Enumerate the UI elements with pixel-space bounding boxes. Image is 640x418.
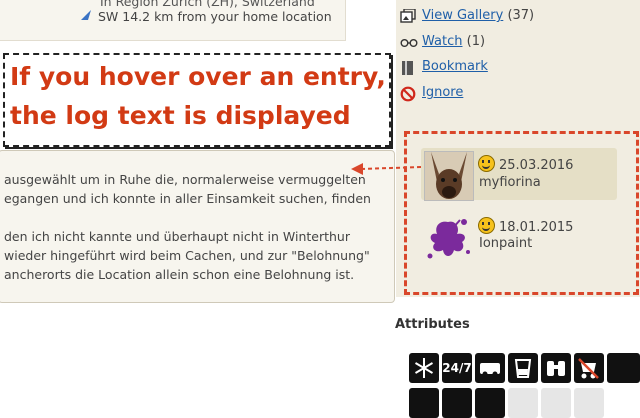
- attribute-icon: [442, 388, 472, 418]
- bookmark-label[interactable]: Bookmark: [422, 59, 488, 74]
- view-gallery-label[interactable]: View Gallery: [422, 8, 503, 23]
- log-date: 25.03.2016: [478, 155, 573, 173]
- log-line: den ich nicht kannte und überhaupt nicht…: [4, 229, 350, 244]
- binoculars-icon: [541, 353, 571, 383]
- 24-7-icon: 24/7: [442, 353, 472, 383]
- log-line: egangen und ich konnte in aller Einsamke…: [4, 191, 371, 206]
- annotation-text: If you hover over an entry, the log text…: [10, 57, 390, 135]
- pointer-arrow-icon: [351, 163, 422, 175]
- glasses-icon: [400, 35, 418, 49]
- watch-link[interactable]: Watch (1): [400, 34, 486, 49]
- view-gallery-link[interactable]: View Gallery (37): [400, 8, 535, 23]
- car-icon: [475, 353, 505, 383]
- location-region: In Region Zürich (ZH), Switzerland: [100, 0, 315, 9]
- attribute-icon: [607, 353, 640, 383]
- log-line: [4, 208, 384, 227]
- location-distance: SW 14.2 km from your home location: [80, 9, 332, 24]
- log-text-body: ausgewählt um in Ruhe die, normalerweise…: [4, 170, 384, 284]
- attribute-icon-disabled: [508, 388, 538, 418]
- found-smiley-icon: [478, 217, 495, 234]
- attribute-icon-disabled: [574, 388, 604, 418]
- attribute-icon-disabled: [541, 388, 571, 418]
- annotation-line-1: If you hover over an entry,: [10, 62, 386, 91]
- gallery-icon: [400, 8, 416, 23]
- attr-24-7-label: 24/7: [442, 361, 472, 375]
- avatar[interactable]: [424, 151, 474, 201]
- bookmark-link[interactable]: Bookmark: [402, 59, 488, 75]
- attribute-icon: [409, 388, 439, 418]
- water-icon: [508, 353, 538, 383]
- found-smiley-icon: [478, 155, 495, 172]
- location-distance-label: SW 14.2 km from your home location: [98, 9, 332, 24]
- log-line: ausgewählt um in Ruhe die, normalerweise…: [4, 172, 366, 187]
- watch-label[interactable]: Watch: [422, 34, 462, 49]
- gallery-count: (37): [507, 8, 535, 23]
- annotation-line-2: the log text is displayed: [10, 101, 351, 130]
- ignore-link[interactable]: Ignore: [400, 85, 463, 102]
- direction-arrow-icon: [80, 9, 94, 24]
- log-user[interactable]: Ionpaint: [479, 236, 532, 251]
- log-date: 18.01.2015: [478, 217, 573, 235]
- ignore-label[interactable]: Ignore: [422, 85, 463, 100]
- snowflake-icon: [409, 353, 439, 383]
- avatar[interactable]: [424, 212, 472, 260]
- attribute-icon: [475, 388, 505, 418]
- attributes-title: Attributes: [395, 317, 470, 332]
- log-line: wieder hingeführt wird beim Cachen, und …: [4, 248, 370, 263]
- watch-count: (1): [466, 34, 486, 49]
- stroller-icon: [574, 353, 604, 383]
- log-line: ancherorts die Location allein schon ein…: [4, 267, 355, 282]
- bookmark-icon: [400, 60, 416, 75]
- log-date-text: 18.01.2015: [499, 220, 574, 235]
- log-date-text: 25.03.2016: [499, 158, 574, 173]
- ignore-icon: [400, 86, 416, 102]
- log-user[interactable]: myfiorina: [479, 175, 541, 190]
